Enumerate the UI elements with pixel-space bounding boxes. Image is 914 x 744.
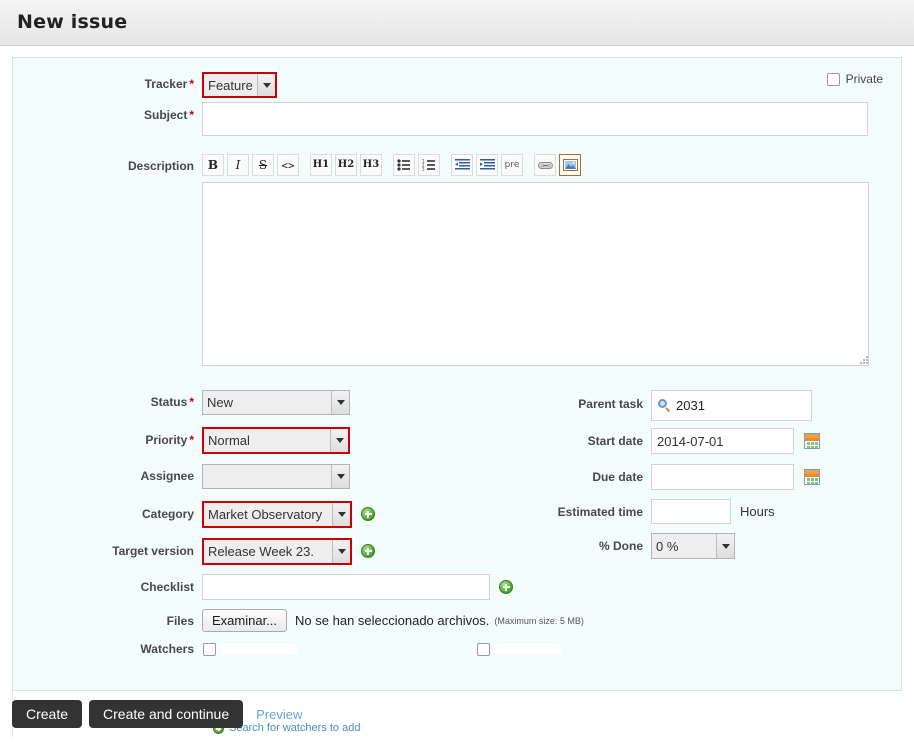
parent-task-label: Parent task	[578, 397, 643, 411]
start-date-label: Start date	[587, 434, 643, 448]
issue-form-panel: Private Tracker * Feature Subject * Descri…	[12, 57, 902, 734]
heading-1-icon[interactable]: H1	[310, 154, 332, 176]
status-select[interactable]: New	[202, 390, 350, 415]
percent-done-row: % Done 0 %	[453, 533, 873, 559]
estimated-time-input[interactable]	[651, 499, 731, 524]
status-label: Status *	[150, 395, 194, 409]
checklist-label: Checklist	[140, 580, 194, 594]
parent-task-value: 2031	[676, 398, 705, 413]
inline-code-icon[interactable]: <>	[277, 154, 299, 176]
priority-select[interactable]: Normal	[202, 427, 350, 454]
checklist-input[interactable]	[202, 574, 490, 600]
search-icon	[658, 399, 671, 413]
percent-done-select-wrapper[interactable]: 0 %	[651, 533, 735, 559]
subject-input[interactable]	[202, 102, 868, 136]
estimated-time-label: Estimated time	[557, 504, 643, 519]
heading-2-icon[interactable]: H2	[335, 154, 357, 176]
preformatted-icon[interactable]: pre	[501, 154, 523, 176]
start-date-row: Start date	[453, 428, 873, 454]
new-issue-window: New issue Private Tracker * Feature Subje…	[0, 0, 914, 744]
files-label: Files	[166, 613, 194, 628]
checklist-row: Checklist	[13, 574, 533, 600]
bold-icon[interactable]: B	[202, 154, 224, 176]
strikethrough-icon[interactable]: S	[252, 154, 274, 176]
category-select[interactable]: Market Observatory	[202, 501, 352, 528]
create-and-continue-button[interactable]: Create and continue	[89, 700, 244, 728]
private-label: Private	[845, 72, 883, 86]
outdent-icon[interactable]	[451, 154, 473, 176]
description-toolbar: B I S <> H1 H2 H3 1 2 3 pre	[202, 154, 581, 176]
image-icon[interactable]	[559, 154, 581, 176]
watcher-name-1	[221, 643, 297, 655]
calendar-icon[interactable]	[804, 433, 820, 449]
tracker-label: Tracker *	[144, 77, 194, 91]
watcher-checkbox-2[interactable]	[477, 642, 490, 656]
required-marker: *	[189, 433, 194, 447]
due-date-input[interactable]	[651, 464, 794, 490]
private-checkbox[interactable]	[826, 72, 840, 86]
required-marker: *	[189, 108, 194, 122]
indent-icon[interactable]	[476, 154, 498, 176]
subject-row: Subject *	[13, 102, 873, 136]
assignee-select-wrapper[interactable]	[202, 464, 350, 489]
create-button[interactable]: Create	[12, 700, 83, 728]
percent-done-select[interactable]: 0 %	[651, 533, 735, 559]
required-marker: *	[189, 77, 194, 91]
preview-link[interactable]: Preview	[256, 707, 302, 722]
watcher-name-2	[495, 643, 561, 655]
files-max-size-note: (Maximum size: 5 MB)	[494, 615, 584, 626]
category-label: Category	[141, 507, 194, 521]
target-version-label: Target version	[112, 544, 194, 558]
calendar-icon[interactable]	[804, 469, 820, 485]
description-textarea[interactable]	[202, 182, 869, 366]
due-date-label: Due date	[592, 470, 643, 484]
tracker-select[interactable]: Feature	[202, 72, 277, 98]
italic-icon[interactable]: I	[227, 154, 249, 176]
estimated-time-unit: Hours	[740, 504, 775, 519]
category-row: Category Market Observatory	[13, 501, 393, 528]
window-titlebar: New issue	[0, 0, 914, 46]
watcher-checkbox-1[interactable]	[203, 642, 216, 656]
add-checklist-icon[interactable]	[499, 580, 513, 594]
parent-task-field[interactable]: 2031	[651, 390, 812, 421]
start-date-input[interactable]	[651, 428, 794, 454]
heading-3-icon[interactable]: H3	[360, 154, 382, 176]
estimated-time-row: Estimated time Hours	[453, 499, 873, 524]
add-version-icon[interactable]	[361, 544, 375, 558]
status-select-wrapper[interactable]: New	[202, 390, 350, 415]
status-row: Status * New	[13, 390, 353, 415]
subject-label: Subject *	[143, 108, 194, 122]
ordered-list-icon[interactable]: 1 2 3	[418, 154, 440, 176]
watchers-row: Watchers	[13, 642, 573, 656]
target-version-select[interactable]: Release Week 23.	[202, 538, 352, 565]
assignee-label: Assignee	[140, 469, 194, 483]
parent-task-row: Parent task 2031	[453, 390, 873, 421]
link-icon[interactable]	[534, 154, 556, 176]
unordered-list-icon[interactable]	[393, 154, 415, 176]
assignee-select[interactable]	[202, 464, 350, 489]
add-category-icon[interactable]	[361, 507, 375, 521]
watchers-label: Watchers	[140, 642, 194, 656]
description-label: Description	[127, 159, 194, 173]
priority-label: Priority *	[145, 433, 194, 447]
required-marker: *	[189, 395, 194, 409]
assignee-row: Assignee	[13, 464, 353, 489]
category-select-wrapper[interactable]: Market Observatory	[202, 501, 352, 528]
form-actions: Create Create and continue Preview	[12, 700, 902, 728]
svg-text:3: 3	[422, 167, 425, 171]
files-status-text: No se han seleccionado archivos.	[295, 613, 490, 628]
files-row: Files Examinar... No se han seleccionado…	[13, 609, 653, 632]
browse-files-button[interactable]: Examinar...	[202, 609, 288, 632]
private-checkbox-group[interactable]: Private	[826, 72, 883, 86]
tracker-select-wrapper[interactable]: Feature	[202, 72, 277, 98]
due-date-row: Due date	[453, 464, 873, 490]
priority-row: Priority * Normal	[13, 427, 353, 454]
tracker-row: Tracker * Feature	[13, 72, 293, 98]
target-version-row: Target version Release Week 23.	[13, 538, 393, 565]
priority-select-wrapper[interactable]: Normal	[202, 427, 350, 454]
target-version-select-wrapper[interactable]: Release Week 23.	[202, 538, 352, 565]
page-title: New issue	[17, 11, 128, 33]
percent-done-label: % Done	[598, 539, 643, 553]
